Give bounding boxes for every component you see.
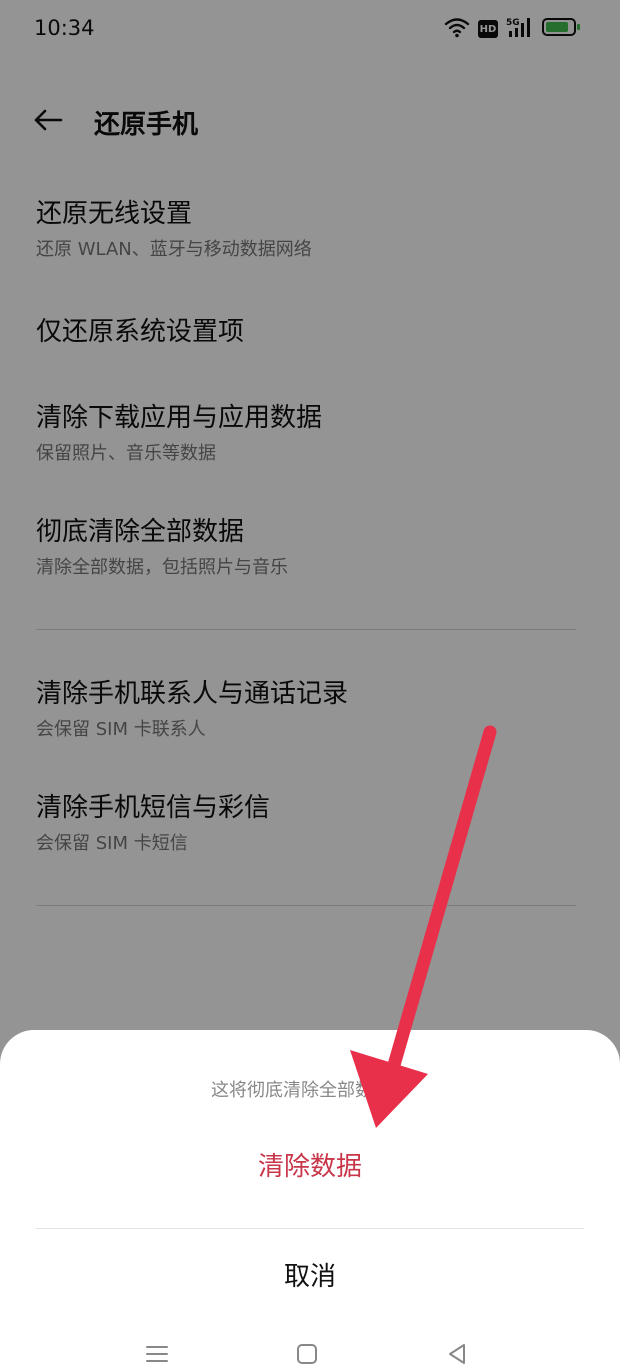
nav-menu-button[interactable] [142,1342,172,1368]
back-triangle-icon [445,1342,469,1370]
dialog-message: 这将彻底清除全部数据。 [211,1080,409,1101]
nav-home-button[interactable] [292,1342,322,1368]
dialog-divider [36,1228,584,1229]
clear-data-button[interactable]: 清除数据 [0,1142,620,1192]
home-square-icon [295,1342,319,1370]
reset-phone-screen: 10:34 HD 5G 还原手机 还原无线设置 还原 WLAN、蓝牙与移动数据网… [0,0,620,1368]
cancel-button[interactable]: 取消 [0,1252,620,1302]
menu-icon [144,1342,170,1368]
confirm-bottom-sheet: 这将彻底清除全部数据。 清除数据 取消 [0,1030,620,1368]
nav-back-button[interactable] [442,1342,472,1368]
nav-bar [0,1338,620,1368]
